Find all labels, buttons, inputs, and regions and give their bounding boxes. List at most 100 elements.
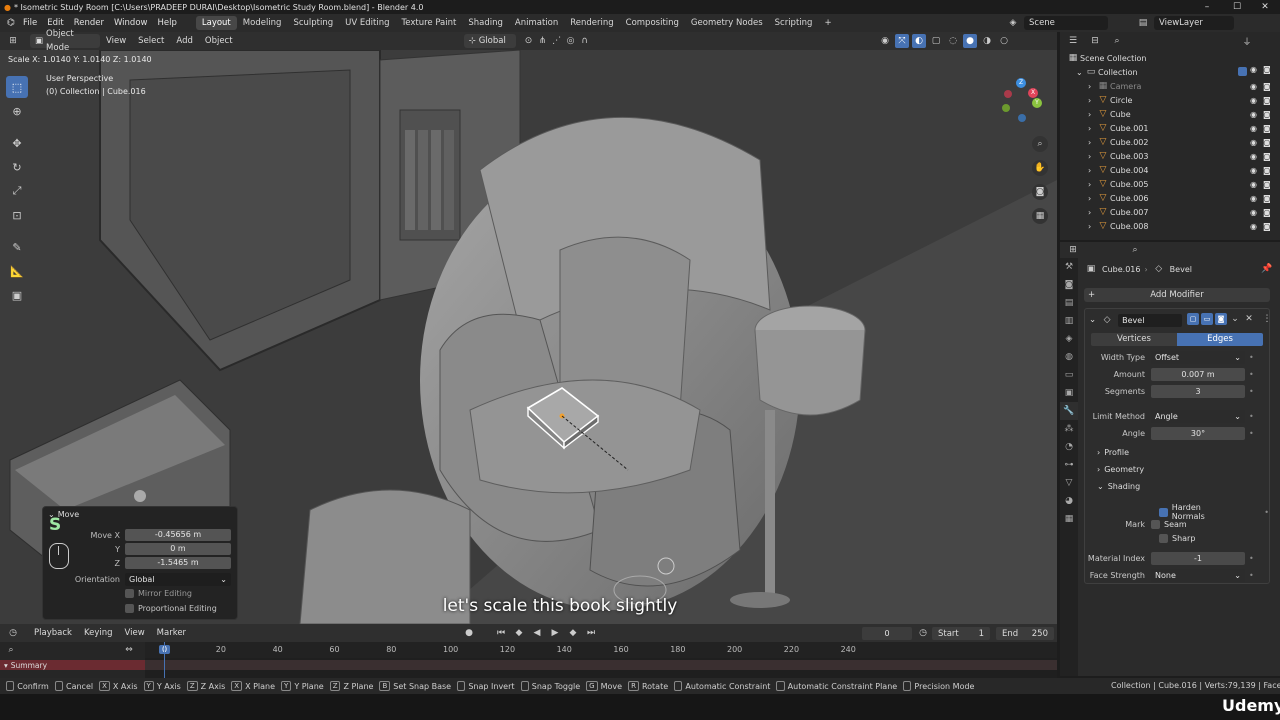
viewport-toggle-icon[interactable]: ▭ [1201,313,1213,325]
expand-chevron-icon[interactable]: ⌄ [1076,68,1084,77]
render-camera-icon[interactable]: ◙ [1263,65,1271,74]
render-camera-icon[interactable]: ◙ [1263,124,1271,133]
maximize-button[interactable]: ☐ [1222,0,1252,14]
workspace-tab-shading[interactable]: Shading [462,16,509,30]
timeline-menu-keying[interactable]: Keying [78,628,119,638]
scale-tool-icon[interactable]: ⤢ [6,180,28,202]
menu-file[interactable]: File [18,18,42,28]
tool-tab-icon[interactable]: ⚒ [1060,258,1078,276]
expand-chevron-icon[interactable]: › [1088,194,1096,203]
hide-eye-icon[interactable]: ◉ [1250,110,1257,119]
gizmo-neg-z[interactable] [1018,114,1026,122]
move-z-field[interactable]: -1.5465 m [125,557,231,569]
gizmo-y-axis[interactable]: Y [1032,98,1042,108]
workspace-tab-rendering[interactable]: Rendering [564,16,619,30]
grid-perspective-icon[interactable]: ▦ [1032,208,1048,224]
navigation-gizmo[interactable]: X Y Z [1000,78,1048,126]
render-camera-icon[interactable]: ◙ [1263,180,1271,189]
angle-field[interactable]: 30° [1151,427,1245,440]
filter-icon[interactable]: ⏚ [1240,34,1254,48]
timeline-ruler[interactable]: 020406080100120140160180200220240 [145,642,1057,658]
collection-exclude-checkbox[interactable] [1238,67,1247,76]
segments-field[interactable]: 3 [1151,385,1245,398]
render-camera-icon[interactable]: ◙ [1263,152,1271,161]
gizmo-x-axis[interactable]: X [1028,88,1038,98]
shading-subpanel-header[interactable]: ⌄ Shading [1097,482,1140,491]
modifier-name-field[interactable]: Bevel [1118,313,1183,327]
expand-chevron-icon[interactable]: › [1088,152,1096,161]
outliner-editor-icon[interactable]: ☰ [1066,34,1080,48]
keyframe-dot-icon[interactable]: • [1249,370,1254,379]
outliner-row-cube-006[interactable]: › ▽ Cube.006 ◉ ◙ [1060,191,1280,205]
width-type-dropdown[interactable]: Offset ⌄ [1151,351,1245,364]
outliner-row-cube-007[interactable]: › ▽ Cube.007 ◉ ◙ [1060,205,1280,219]
timeline-editor-icon[interactable]: ◷ [6,626,20,640]
data-tab-icon[interactable]: ▽ [1060,474,1078,492]
geometry-subpanel-header[interactable]: › Geometry [1097,465,1144,474]
overlay-toggle-icon[interactable]: ◐ [912,34,926,48]
close-window-button[interactable]: ✕ [1250,0,1280,14]
scene-selector[interactable]: Scene [1024,16,1108,30]
expand-chevron-icon[interactable]: › [1088,180,1096,189]
keyframe-dot-icon[interactable]: • [1249,353,1254,362]
workspace-tab-sculpting[interactable]: Sculpting [287,16,339,30]
transform-orientation-selector[interactable]: ⊹ Global [463,34,516,48]
add-modifier-button[interactable]: + Add Modifier [1084,288,1270,302]
hide-eye-icon[interactable]: ◉ [1250,166,1257,175]
visibility-icon[interactable]: ◉ [878,34,892,48]
add-workspace-button[interactable]: + [818,16,837,30]
modifier-menu-chevron-icon[interactable]: ⌄ [1229,313,1241,325]
expand-chevron-icon[interactable]: › [1088,110,1096,119]
mode-selector[interactable]: ▣ Object Mode [30,29,100,53]
jump-start-icon[interactable]: ⏮ [494,626,508,640]
falloff-icon[interactable]: ∩ [578,34,592,48]
material-tab-icon[interactable]: ◕ [1060,492,1078,510]
harden-normals-checkbox[interactable] [1159,507,1168,517]
pan-hand-icon[interactable]: ✋ [1032,160,1048,176]
workspace-tab-modeling[interactable]: Modeling [237,16,288,30]
keyframe-dot-icon[interactable]: • [1249,571,1254,580]
gizmo-z-axis[interactable]: Z [1016,78,1026,88]
hide-eye-icon[interactable]: ◉ [1250,152,1257,161]
limit-method-dropdown[interactable]: Angle ⌄ [1151,410,1245,423]
render-camera-icon[interactable]: ◙ [1263,82,1271,91]
cursor-tool-icon[interactable]: ⊕ [6,100,28,122]
timeline-area[interactable]: ⌕ ⇔ ▾ Summary 02040608010012014016018020… [0,642,1057,678]
expand-chevron-icon[interactable]: › [1088,82,1096,91]
texture-tab-icon[interactable]: ▦ [1060,510,1078,528]
keyframe-dot-icon[interactable]: • [1249,387,1254,396]
hide-eye-icon[interactable]: ◉ [1250,222,1257,231]
scene-tab-icon[interactable]: ◈ [1060,330,1078,348]
rotate-tool-icon[interactable]: ↻ [6,156,28,178]
constraints-tab-icon[interactable]: ⊶ [1060,456,1078,474]
workspace-tab-scripting[interactable]: Scripting [769,16,819,30]
record-icon[interactable]: ● [462,626,476,640]
tab-vertices[interactable]: Vertices [1091,333,1177,346]
add-cube-tool-icon[interactable]: ▣ [6,284,28,306]
render-camera-icon[interactable]: ◙ [1263,222,1271,231]
gizmo-neg-y[interactable] [1002,104,1010,112]
outliner-row-cube-005[interactable]: › ▽ Cube.005 ◉ ◙ [1060,177,1280,191]
outliner-row-cube-008[interactable]: › ▽ Cube.008 ◉ ◙ [1060,219,1280,233]
particles-tab-icon[interactable]: ⁂ [1060,420,1078,438]
modifier-tab-icon[interactable]: 🔧 [1060,402,1078,420]
workspace-tab-geometry-nodes[interactable]: Geometry Nodes [685,16,769,30]
keyframe-dot-icon[interactable]: • [1249,429,1254,438]
hide-eye-icon[interactable]: ◉ [1250,96,1257,105]
hide-eye-icon[interactable]: ◉ [1250,194,1257,203]
render-camera-icon[interactable]: ◙ [1263,110,1271,119]
tab-edges[interactable]: Edges [1177,333,1263,346]
play-reverse-icon[interactable]: ◀ [530,626,544,640]
workspace-tab-animation[interactable]: Animation [509,16,564,30]
viewport-menu-add[interactable]: Add [170,36,198,46]
workspace-tab-layout[interactable]: Layout [195,16,237,30]
timeline-menu-marker[interactable]: Marker [151,628,192,638]
outliner-search-icon[interactable]: ⌕ [1110,34,1124,48]
view-layer-selector[interactable]: ViewLayer [1154,16,1234,30]
hide-eye-icon[interactable]: ◉ [1250,65,1257,74]
expand-chevron-icon[interactable]: › [1088,208,1096,217]
keyframe-dot-icon[interactable]: • [1264,508,1269,517]
outliner-row-cube-001[interactable]: › ▽ Cube.001 ◉ ◙ [1060,121,1280,135]
jump-keyframe-back-icon[interactable]: ◆ [512,626,526,640]
orientation-dropdown[interactable]: Global ⌄ [125,573,231,586]
